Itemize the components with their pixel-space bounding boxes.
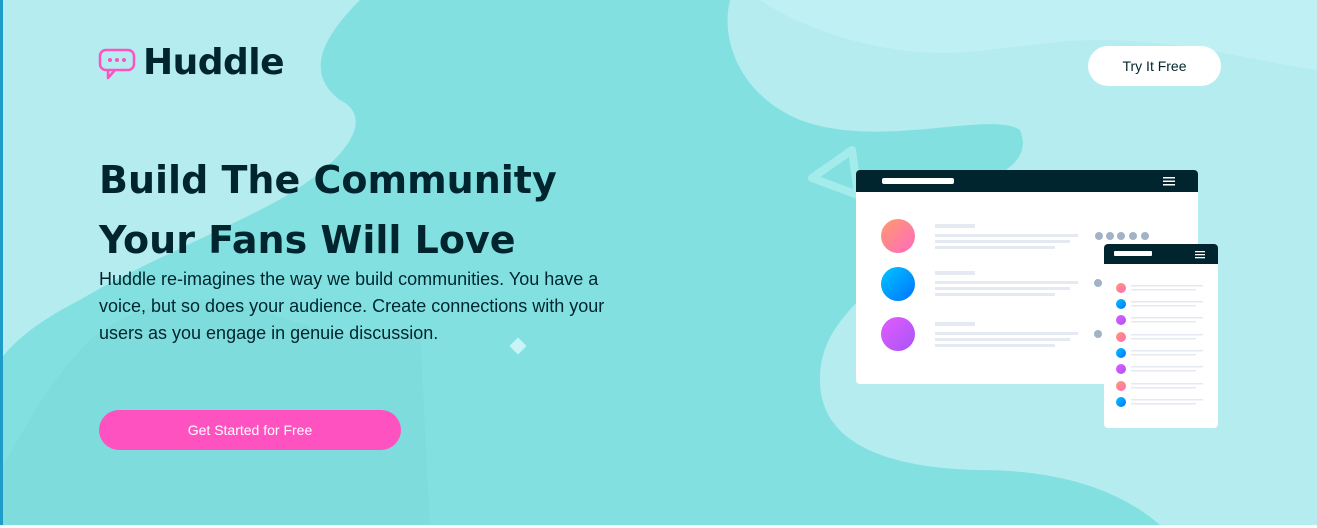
hero-title-line-1: Build The Community — [99, 158, 557, 202]
mobile-window-mockup — [1104, 244, 1218, 428]
logo[interactable]: Huddle — [98, 42, 285, 83]
hero-section: Huddle Try It Free Build The Community Y… — [0, 0, 1317, 525]
left-edge-bar — [0, 0, 3, 525]
try-it-free-button[interactable]: Try It Free — [1088, 46, 1221, 86]
hero-title-line-2: Your Fans Will Love — [99, 218, 516, 262]
app-mockup-illustration — [856, 170, 1218, 428]
hero-title: Build The Community Your Fans Will Love — [99, 150, 659, 270]
get-started-button[interactable]: Get Started for Free — [99, 410, 401, 450]
hero-description: Huddle re-imagines the way we build comm… — [99, 269, 605, 343]
brand-name: Huddle — [143, 42, 285, 83]
chat-bubble-icon — [98, 48, 136, 79]
